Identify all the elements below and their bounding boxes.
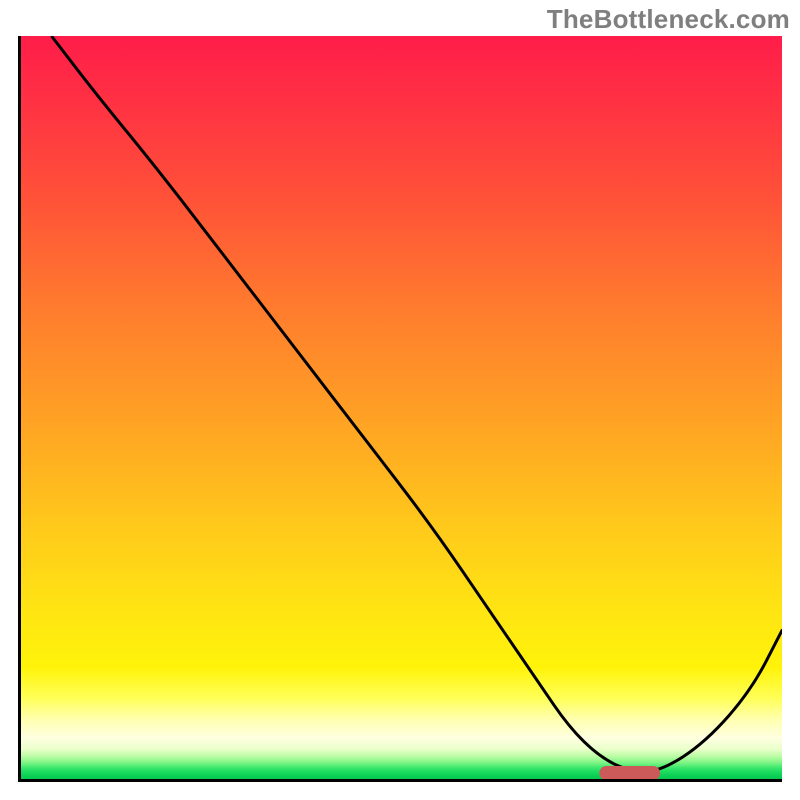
chart-overlay-svg xyxy=(21,36,782,779)
optimal-range-pill xyxy=(599,766,660,780)
plot-area xyxy=(18,36,782,782)
bottleneck-curve xyxy=(51,36,782,772)
chart-canvas: TheBottleneck.com xyxy=(0,0,800,800)
watermark-text: TheBottleneck.com xyxy=(547,4,790,35)
